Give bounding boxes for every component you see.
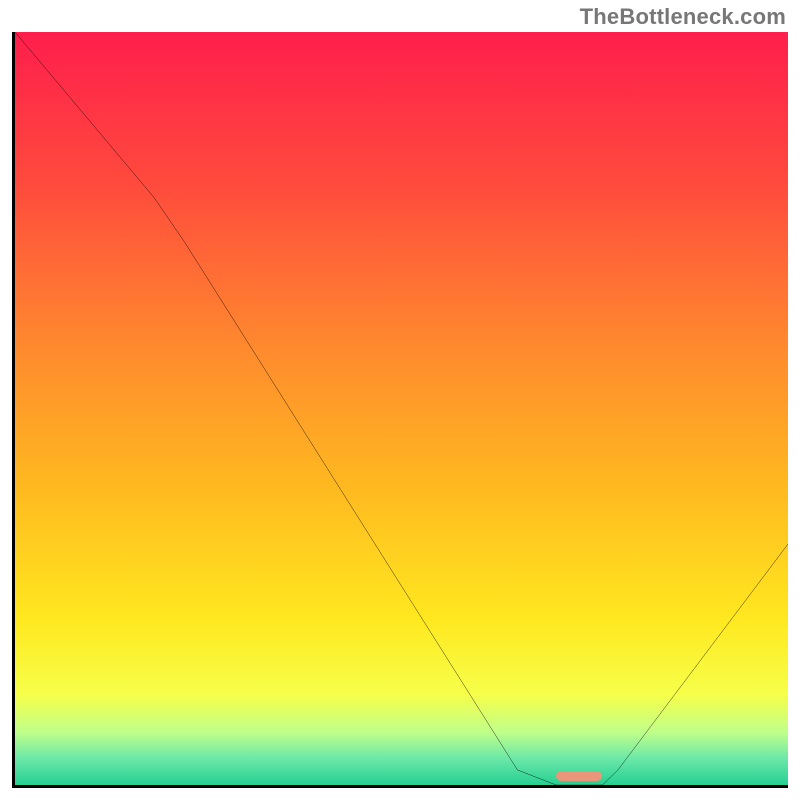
optimal-marker bbox=[556, 771, 602, 782]
watermark-label: TheBottleneck.com bbox=[580, 4, 786, 30]
chart-frame: TheBottleneck.com bbox=[0, 0, 800, 800]
bottleneck-curve bbox=[15, 32, 788, 785]
plot-area bbox=[12, 32, 788, 788]
